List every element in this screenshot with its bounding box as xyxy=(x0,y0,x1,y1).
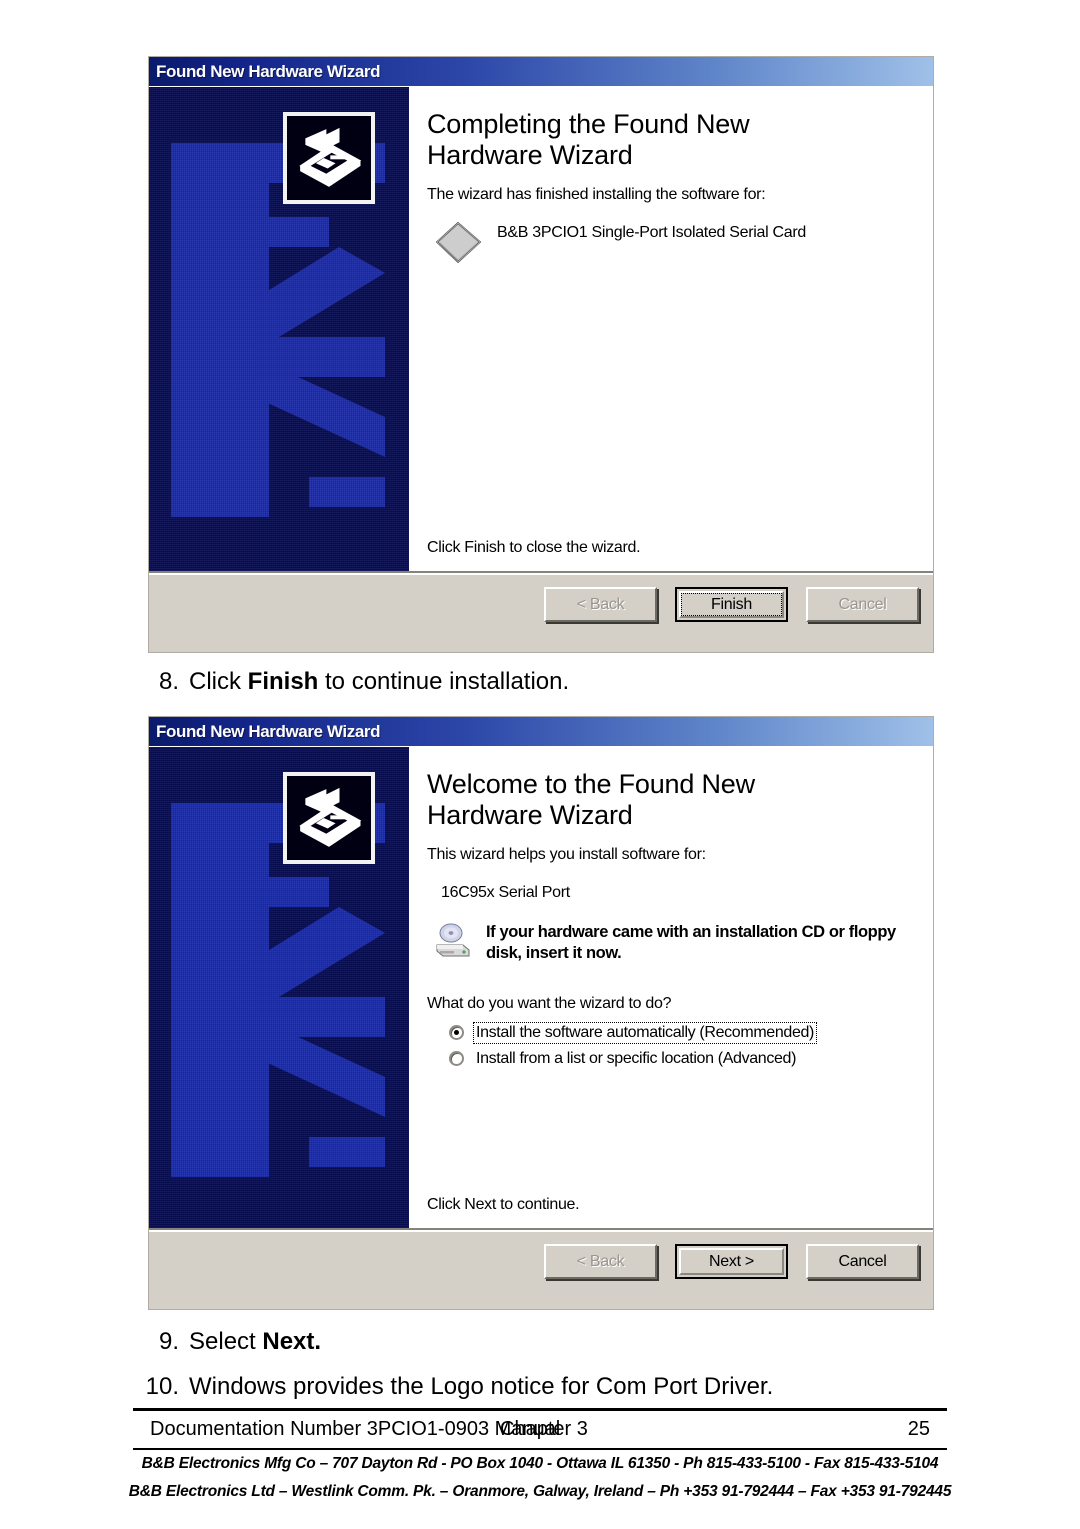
footer-doc-number: Documentation Number 3PCIO1-0903 Manual xyxy=(150,1418,561,1440)
cd-drive-icon xyxy=(436,923,470,957)
card-diamond-icon xyxy=(435,221,482,263)
footer-bottom-rule xyxy=(133,1448,947,1450)
page-title: Completing the Found New Hardware Wizard xyxy=(427,109,750,171)
radio-install-from-list-label: Install from a list or specific location… xyxy=(476,1049,797,1067)
step-8-text: Click Finish to continue installation. xyxy=(189,668,569,696)
step-10-number: 10. xyxy=(145,1373,179,1400)
footer-address-line-2: B&B Electronics Ltd – Westlink Comm. Pk.… xyxy=(128,1483,952,1500)
footer-page-number: 25 xyxy=(907,1418,930,1440)
back-button-label: < Back xyxy=(576,1252,625,1270)
radio-install-automatically-label: Install the software automatically (Reco… xyxy=(472,1021,818,1044)
step-8-pre: Click xyxy=(189,668,248,695)
radio-button-icon[interactable] xyxy=(449,1025,464,1040)
body-text: This wizard helps you install software f… xyxy=(427,845,706,863)
page-title: Welcome to the Found New Hardware Wizard xyxy=(427,769,755,831)
dialog-content: Completing the Found New Hardware Wizard… xyxy=(409,87,933,571)
radio-install-from-list[interactable]: Install from a list or specific location… xyxy=(449,1049,917,1069)
button-bar: < Back Next > Cancel xyxy=(149,1231,933,1291)
step-9-number: 9. xyxy=(158,1328,179,1355)
step-10-text: Windows provides the Logo notice for Com… xyxy=(189,1373,774,1400)
device-name: 16C95x Serial Port xyxy=(441,883,570,901)
footer-top-rule xyxy=(133,1408,947,1411)
titlebar: Found New Hardware Wizard xyxy=(149,717,933,746)
step-9-text: Select Next. xyxy=(189,1328,321,1356)
device-name: B&B 3PCIO1 Single-Port Isolated Serial C… xyxy=(497,223,807,241)
cancel-button-label: Cancel xyxy=(838,1252,887,1270)
window-title: Found New Hardware Wizard xyxy=(156,61,381,81)
footer-chapter: Chapter 3 xyxy=(500,1418,588,1440)
button-bar: < Back Finish Cancel xyxy=(149,574,933,634)
back-button[interactable]: < Back xyxy=(544,587,657,622)
next-button[interactable]: Next > xyxy=(675,1244,788,1279)
radio-install-automatically[interactable]: Install the software automatically (Reco… xyxy=(449,1021,917,1044)
footer-instruction: Click Next to continue. xyxy=(427,1196,580,1213)
device-row: B&B 3PCIO1 Single-Port Isolated Serial C… xyxy=(435,220,917,266)
finish-button[interactable]: Finish xyxy=(675,587,788,622)
back-button-label: < Back xyxy=(576,595,625,613)
step-8-bold: Finish xyxy=(247,668,319,695)
dialog-body: Completing the Found New Hardware Wizard… xyxy=(149,86,933,571)
footer-instruction: Click Finish to close the wizard. xyxy=(427,539,641,556)
back-button[interactable]: < Back xyxy=(544,1244,657,1279)
found-new-hardware-icon xyxy=(283,772,375,864)
cancel-button[interactable]: Cancel xyxy=(806,587,919,622)
found-new-hardware-wizard-finish-dialog: Found New Hardware Wizard Completing the… xyxy=(148,56,934,653)
step-9: 9. Select Next. xyxy=(143,1328,321,1356)
found-new-hardware-icon xyxy=(283,112,375,204)
step-9-bold: Next. xyxy=(262,1328,322,1355)
next-button-label: Next > xyxy=(709,1252,754,1270)
footer-line: Documentation Number 3PCIO1-0903 Manual … xyxy=(150,1418,930,1441)
step-8-number: 8. xyxy=(158,668,179,695)
body-text: The wizard has finished installing the s… xyxy=(427,185,766,203)
titlebar: Found New Hardware Wizard xyxy=(149,57,933,86)
question-label: What do you want the wizard to do? xyxy=(427,994,672,1012)
install-option-group: Install the software automatically (Reco… xyxy=(449,1021,917,1069)
wizard-banner xyxy=(149,747,409,1228)
found-new-hardware-wizard-welcome-dialog: Found New Hardware Wizard Welcome to the… xyxy=(148,716,934,1310)
wizard-banner xyxy=(149,87,409,571)
step-8: 8. Click Finish to continue installation… xyxy=(143,668,569,696)
window-title: Found New Hardware Wizard xyxy=(156,721,381,741)
installation-media-text: If your hardware came with an installati… xyxy=(486,922,896,963)
cancel-button[interactable]: Cancel xyxy=(806,1244,919,1279)
installation-media-notice: If your hardware came with an installati… xyxy=(433,922,917,965)
footer-address-line-1: B&B Electronics Mfg Co – 707 Dayton Rd -… xyxy=(141,1455,939,1472)
dialog-body: Welcome to the Found New Hardware Wizard… xyxy=(149,746,933,1228)
radio-button-icon[interactable] xyxy=(449,1051,464,1066)
finish-button-label: Finish xyxy=(711,595,752,613)
step-10: 10. Windows provides the Logo notice for… xyxy=(143,1373,774,1401)
cancel-button-label: Cancel xyxy=(838,595,887,613)
dialog-content: Welcome to the Found New Hardware Wizard… xyxy=(409,747,933,1228)
step-9-pre: Select xyxy=(189,1328,263,1355)
step-8-post: to continue installation. xyxy=(318,668,570,695)
